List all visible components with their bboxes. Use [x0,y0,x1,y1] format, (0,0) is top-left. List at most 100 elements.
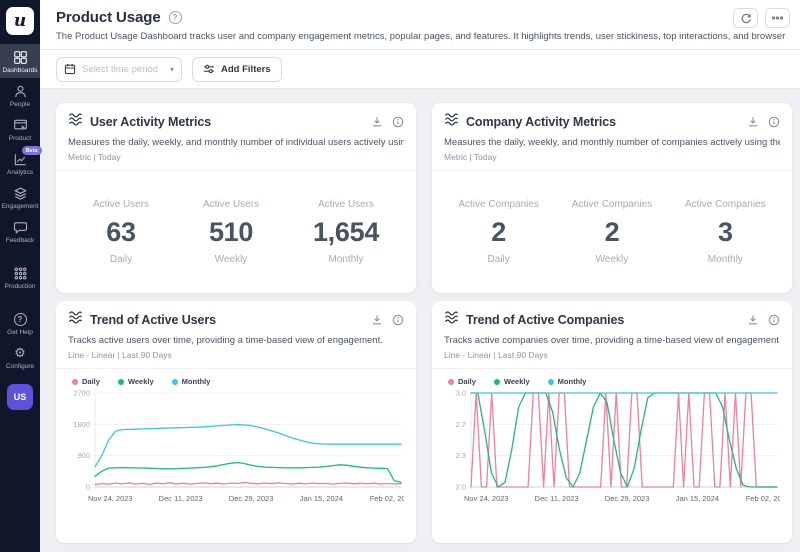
metric-label: Active Users [313,199,379,210]
title-help-icon[interactable]: ? [169,11,182,24]
card-meta: Metric | Today [444,152,780,162]
card-description: Tracks active companies over time, provi… [444,335,780,346]
download-icon[interactable] [747,314,759,326]
legend-item-monthly[interactable]: Monthly [548,377,587,386]
sidebar-item-label: Dashboards [2,67,37,74]
more-options-button[interactable] [765,8,790,28]
add-filters-button[interactable]: Add Filters [192,57,282,82]
engagement-icon [13,185,28,201]
download-icon[interactable] [747,116,759,128]
app-window: u Dashboards People Product Beta Anal [0,0,800,552]
x-tick-label: Dec 11, 2023 [535,494,579,503]
metric-card-icon [68,311,83,329]
sidebar-item-product[interactable]: Product [0,112,40,146]
page-description: The Product Usage Dashboard tracks user … [56,31,788,42]
metric-period: Daily [93,254,149,265]
metric-monthly: Active Companies 3 Monthly [685,199,766,265]
metric-period: Weekly [203,254,259,265]
sidebar-item-label: Configure [6,363,34,370]
card-title: Company Activity Metrics [466,115,740,129]
sidebar-item-engagement[interactable]: Engagement [0,180,40,214]
sidebar-item-feedback[interactable]: Feedback [0,214,40,248]
sidebar-item-analytics[interactable]: Beta Analytics [0,146,40,180]
metric-card-icon [444,113,459,131]
help-icon: ? [14,311,27,327]
help-glyph: ? [173,13,178,22]
refresh-icon [740,12,752,24]
card-meta: Line - Linear | Last 90 Days [68,350,404,360]
sidebar-item-configure[interactable]: ⚙ Configure [0,340,40,374]
info-icon[interactable] [392,314,404,326]
legend-item-monthly[interactable]: Monthly [172,377,211,386]
card-company-activity-metrics: Company Activity Metrics Measures the da… [432,103,792,293]
sidebar-item-label: People [10,101,30,108]
time-period-placeholder: Select time period [82,64,164,75]
legend-item-daily[interactable]: Daily [72,377,100,386]
more-icon [771,12,784,24]
dashboard-content: User Activity Metrics Measures the daily… [40,89,800,552]
info-icon[interactable] [392,116,404,128]
help-glyph: ? [18,315,23,324]
sidebar-item-get-help[interactable]: ? Get Help [0,306,40,340]
legend-item-weekly[interactable]: Weekly [118,377,154,386]
card-description: Tracks active users over time, providing… [68,335,404,346]
userpilot-logo[interactable]: u [6,7,34,35]
beta-badge: Beta [22,146,42,155]
chevron-down-icon: ▾ [170,65,174,74]
metric-period: Monthly [313,254,379,265]
metric-value: 63 [93,217,149,248]
metric-value: 2 [572,217,653,248]
line-chart[interactable]: 270018009000Nov 24, 2023Dec 11, 2023Dec … [68,388,404,512]
sidebar-item-label: Analytics [7,169,33,176]
y-tick-label: 2.0 [456,483,466,492]
y-tick-label: 2.3 [456,451,466,460]
metric-value: 3 [685,217,766,248]
calendar-icon [64,63,76,75]
sidebar-item-dashboards[interactable]: Dashboards [0,44,40,78]
dashboards-icon [13,49,28,65]
legend-dot [172,379,178,385]
people-icon [13,83,28,99]
sidebar-item-label: Feedback [6,237,35,244]
sidebar-item-production[interactable]: Production [0,260,40,294]
legend: Daily Weekly Monthly [448,377,780,386]
info-icon[interactable] [768,314,780,326]
time-period-select[interactable]: Select time period ▾ [56,57,182,82]
line-chart[interactable]: 3.02.72.32.0Nov 24, 2023Dec 11, 2023Dec … [444,388,780,512]
legend-dot [494,379,500,385]
metric-daily: Active Users 63 Daily [93,199,149,265]
logo-letter: u [14,11,26,31]
metric-period: Weekly [572,254,653,265]
metric-value: 1,654 [313,217,379,248]
production-icon [13,265,28,281]
legend: Daily Weekly Monthly [72,377,404,386]
metric-period: Monthly [685,254,766,265]
gear-glyph: ⚙ [14,346,26,360]
x-tick-label: Feb 02, 2024 [370,494,404,503]
series-line-daily [471,393,777,487]
metric-daily: Active Companies 2 Daily [458,199,539,265]
gear-icon: ⚙ [14,345,26,361]
series-line-daily [95,483,401,485]
legend-label: Monthly [558,377,587,386]
legend-dot [548,379,554,385]
chart-trend-active-companies: DailyWeeklyMonthly 3.02.72.32.0Nov 24, 2… [432,369,792,517]
card-title: User Activity Metrics [90,115,364,129]
legend-label: Daily [82,377,100,386]
metric-weekly: Active Companies 2 Weekly [572,199,653,265]
legend-dot [72,379,78,385]
legend-label: Monthly [182,377,211,386]
sidebar-item-people[interactable]: People [0,78,40,112]
legend-item-weekly[interactable]: Weekly [494,377,530,386]
legend-item-daily[interactable]: Daily [448,377,476,386]
info-icon[interactable] [768,116,780,128]
x-tick-label: Dec 29, 2023 [605,494,650,503]
metric-period: Daily [458,254,539,265]
x-tick-label: Nov 24, 2023 [88,494,133,503]
refresh-button[interactable] [733,8,758,28]
download-icon[interactable] [371,314,383,326]
user-avatar[interactable]: US [7,384,33,410]
metric-value: 2 [458,217,539,248]
download-icon[interactable] [371,116,383,128]
metric-label: Active Users [203,199,259,210]
